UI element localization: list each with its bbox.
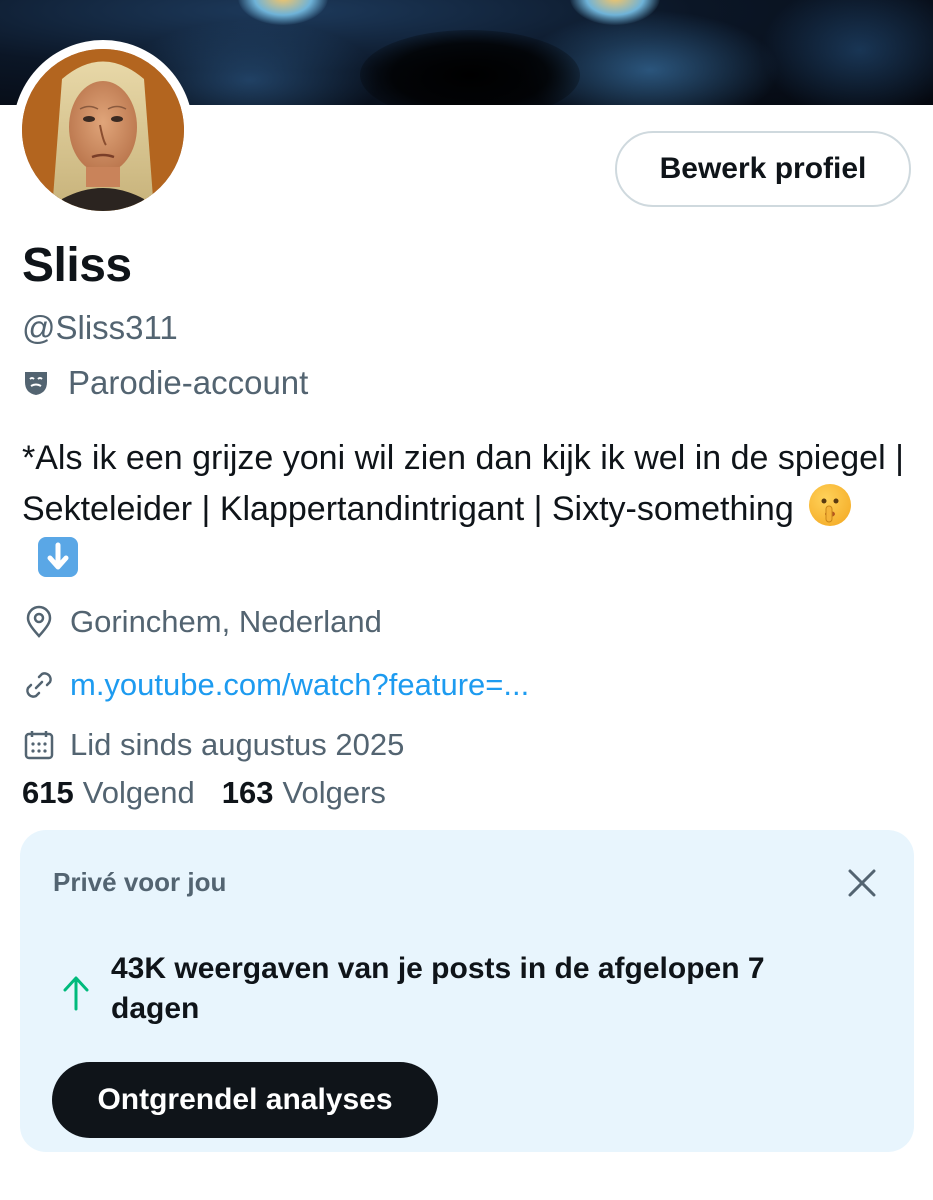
followers-link[interactable]: 163 Volgers — [222, 775, 386, 811]
theater-masks-icon — [22, 369, 50, 397]
joined-text: Lid sinds augustus 2025 — [70, 727, 405, 762]
following-count: 615 — [22, 775, 74, 810]
following-link[interactable]: 615 Volgend — [22, 775, 195, 811]
bio-text: *Als ik een grijze yoni wil zien dan kij… — [22, 439, 904, 528]
location-text: Gorinchem, Nederland — [70, 604, 382, 639]
website-link[interactable]: m.youtube.com/watch?feature=... — [70, 667, 529, 703]
followers-label: Volgers — [282, 775, 386, 810]
display-name: Sliss — [22, 239, 132, 292]
link-icon — [22, 668, 56, 702]
shushing-face-icon — [809, 484, 852, 526]
insights-card-title: Privé voor jou — [53, 867, 227, 897]
edit-profile-button[interactable]: Bewerk profiel — [615, 131, 911, 207]
follow-stats: 615 Volgend 163 Volgers — [22, 775, 413, 811]
website-row[interactable]: m.youtube.com/watch?feature=... — [22, 667, 529, 703]
insights-card: Privé voor jou 43K weergaven van je post… — [20, 830, 914, 1152]
arrow-up-icon — [60, 973, 92, 1013]
parody-text: Parodie-account — [68, 364, 309, 401]
followers-count: 163 — [221, 775, 274, 810]
banner-texture — [760, 0, 933, 105]
following-label: Volgend — [82, 775, 195, 810]
joined-row: Lid sinds augustus 2025 — [22, 727, 404, 763]
calendar-icon — [22, 728, 56, 762]
parody-label: Parodie-account — [22, 364, 308, 402]
close-icon[interactable] — [842, 863, 882, 903]
map-pin-icon — [22, 605, 56, 639]
location-row: Gorinchem, Nederland — [22, 604, 382, 640]
user-handle: @Sliss311 — [22, 309, 178, 346]
bio: *Als ik een grijze yoni wil zien dan kij… — [22, 433, 912, 586]
down-arrow-icon — [38, 537, 78, 577]
avatar[interactable] — [13, 40, 193, 220]
insights-stat: 43K weergaven van je posts in de afgelop… — [111, 952, 765, 1025]
avatar-image — [22, 49, 184, 211]
unlock-analytics-button[interactable]: Ontgrendel analyses — [52, 1062, 438, 1138]
